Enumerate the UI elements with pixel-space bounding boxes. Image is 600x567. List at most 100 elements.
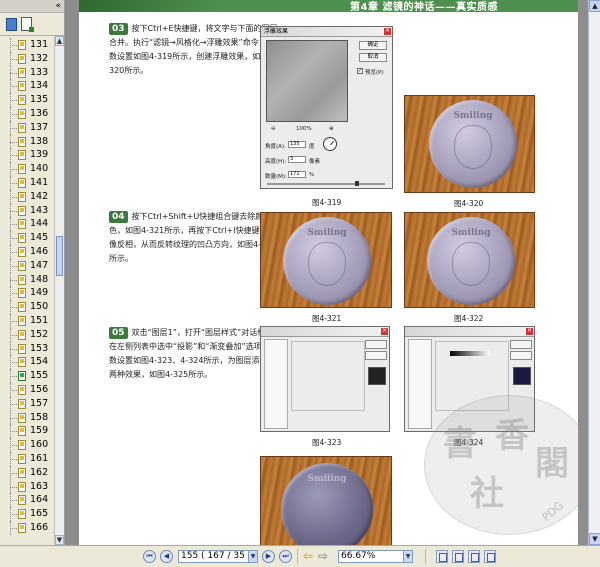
- last-page-icon[interactable]: ⏭: [279, 550, 292, 563]
- bookmark-item[interactable]: 163: [0, 479, 54, 494]
- document-page: 第4章 滤镜的神话——真实质感 03 按下Ctrl+E快捷键，将文字与下面的图层合…: [79, 0, 578, 545]
- page-number-field[interactable]: 155 ( 167 / 35: [178, 550, 254, 563]
- cancel-button[interactable]: [365, 351, 387, 360]
- cancel-button[interactable]: 取消: [359, 53, 387, 62]
- single-page-layout-icon[interactable]: [436, 550, 448, 563]
- bookmark-page-icon: [18, 384, 26, 395]
- continuous-layout-icon[interactable]: [452, 550, 464, 563]
- bookmark-item[interactable]: 145: [0, 231, 54, 245]
- angle-input[interactable]: 135: [288, 141, 306, 148]
- previous-page-icon[interactable]: ◀: [160, 550, 173, 563]
- bookmark-item[interactable]: 159: [0, 424, 54, 439]
- bookmark-item[interactable]: 142: [0, 189, 54, 204]
- bookmark-item[interactable]: 146: [0, 244, 54, 259]
- tree-connector: [10, 334, 17, 336]
- bookmarks-scrollbar[interactable]: ▲ ▼: [54, 36, 64, 545]
- bookmark-item[interactable]: 152: [0, 327, 54, 342]
- amount-input[interactable]: 171: [288, 171, 306, 178]
- scroll-down-icon[interactable]: ▼: [55, 535, 64, 545]
- amount-slider-knob[interactable]: [355, 181, 359, 186]
- bookmark-label: 163: [30, 480, 49, 492]
- bookmark-from-page-icon[interactable]: [21, 17, 34, 32]
- header-gradient: [79, 0, 219, 12]
- tree-connector: [10, 279, 17, 281]
- tree-connector: [10, 224, 17, 226]
- bookmark-item[interactable]: 161: [0, 451, 54, 466]
- zoom-out-icon[interactable]: ⊖: [271, 126, 276, 132]
- bookmark-item[interactable]: 131: [0, 38, 54, 52]
- next-page-icon[interactable]: ▶: [262, 550, 275, 563]
- tree-connector: [10, 45, 17, 46]
- ok-button[interactable]: [510, 340, 532, 349]
- coin-face: [307, 241, 347, 286]
- bookmark-item[interactable]: 149: [0, 286, 54, 301]
- bookmark-item[interactable]: 158: [0, 410, 54, 425]
- bookmark-item[interactable]: 139: [0, 148, 54, 163]
- bookmark-item[interactable]: 147: [0, 258, 54, 273]
- bookmark-label: 165: [30, 508, 49, 520]
- bookmark-item[interactable]: 160: [0, 438, 54, 452]
- cancel-button[interactable]: [510, 351, 532, 360]
- style-preview-swatch: [513, 367, 531, 385]
- tree-connector: [10, 389, 17, 391]
- bookmark-item[interactable]: 132: [0, 51, 54, 66]
- document-scrollbar[interactable]: ▲ ▼: [588, 0, 600, 545]
- bookmark-item[interactable]: 148: [0, 272, 54, 287]
- bookmark-item[interactable]: 153: [0, 341, 54, 356]
- continuous-facing-layout-icon[interactable]: [484, 550, 496, 563]
- bookmark-item[interactable]: 150: [0, 300, 54, 314]
- style-list[interactable]: [264, 339, 288, 429]
- bookmark-item[interactable]: 140: [0, 162, 54, 176]
- bookmark-item[interactable]: 151: [0, 313, 54, 328]
- ok-button[interactable]: 确定: [359, 41, 387, 50]
- close-icon[interactable]: ×: [381, 328, 388, 335]
- close-icon[interactable]: ×: [384, 28, 391, 35]
- bookmark-item[interactable]: 165: [0, 507, 54, 521]
- amount-slider-track[interactable]: [267, 183, 385, 185]
- zoom-level-field[interactable]: 66.67%: [338, 550, 413, 563]
- scrollbar-thumb[interactable]: [56, 236, 63, 276]
- bookmark-item[interactable]: 134: [0, 79, 54, 94]
- scroll-down-icon[interactable]: ▼: [589, 533, 600, 545]
- delete-bookmark-icon[interactable]: [6, 17, 17, 31]
- bookmark-item[interactable]: 138: [0, 134, 54, 149]
- height-unit: 像素: [309, 159, 321, 165]
- bookmark-item[interactable]: 166: [0, 520, 54, 535]
- bookmark-item[interactable]: 156: [0, 382, 54, 397]
- zoom-in-icon[interactable]: ⊕: [329, 126, 334, 132]
- chevron-down-icon[interactable]: ▼: [403, 550, 413, 563]
- bookmark-item[interactable]: 143: [0, 203, 54, 218]
- bookmark-item[interactable]: 133: [0, 65, 54, 80]
- bookmark-item[interactable]: 154: [0, 355, 54, 370]
- separator: [297, 549, 298, 564]
- bookmark-item[interactable]: 137: [0, 120, 54, 135]
- close-icon[interactable]: ×: [526, 328, 533, 335]
- figure-4-320-image: Smiling: [404, 95, 535, 193]
- step-number: 03: [109, 23, 128, 35]
- scroll-up-icon[interactable]: ▲: [55, 36, 64, 46]
- chevron-down-icon[interactable]: ▼: [248, 550, 258, 563]
- bookmark-item[interactable]: 136: [0, 106, 54, 121]
- bookmark-item[interactable]: 144: [0, 217, 54, 232]
- preview-checkbox[interactable]: ✓: [357, 68, 363, 74]
- bookmark-label: 153: [30, 342, 49, 354]
- forward-arrow-icon[interactable]: ⇨: [318, 550, 328, 563]
- bookmark-item[interactable]: 162: [0, 465, 54, 480]
- bookmark-item[interactable]: 157: [0, 396, 54, 411]
- facing-pages-layout-icon[interactable]: [468, 550, 480, 563]
- first-page-icon[interactable]: ⏮: [143, 550, 156, 563]
- height-input[interactable]: 3: [288, 156, 306, 163]
- bookmark-item[interactable]: 164: [0, 493, 54, 508]
- bookmark-item[interactable]: 135: [0, 93, 54, 107]
- angle-dial[interactable]: [323, 137, 337, 151]
- back-arrow-icon[interactable]: ⇦: [303, 550, 313, 563]
- bookmark-item[interactable]: 141: [0, 175, 54, 190]
- style-list[interactable]: [408, 339, 432, 429]
- bookmark-label: 146: [30, 245, 49, 257]
- ok-button[interactable]: [365, 340, 387, 349]
- gradient-swatch[interactable]: [450, 351, 490, 356]
- collapse-panel-icon[interactable]: «: [55, 0, 61, 12]
- bookmark-item[interactable]: 155: [0, 369, 54, 383]
- bookmark-label: 154: [30, 356, 49, 368]
- scroll-up-icon[interactable]: ▲: [589, 0, 600, 12]
